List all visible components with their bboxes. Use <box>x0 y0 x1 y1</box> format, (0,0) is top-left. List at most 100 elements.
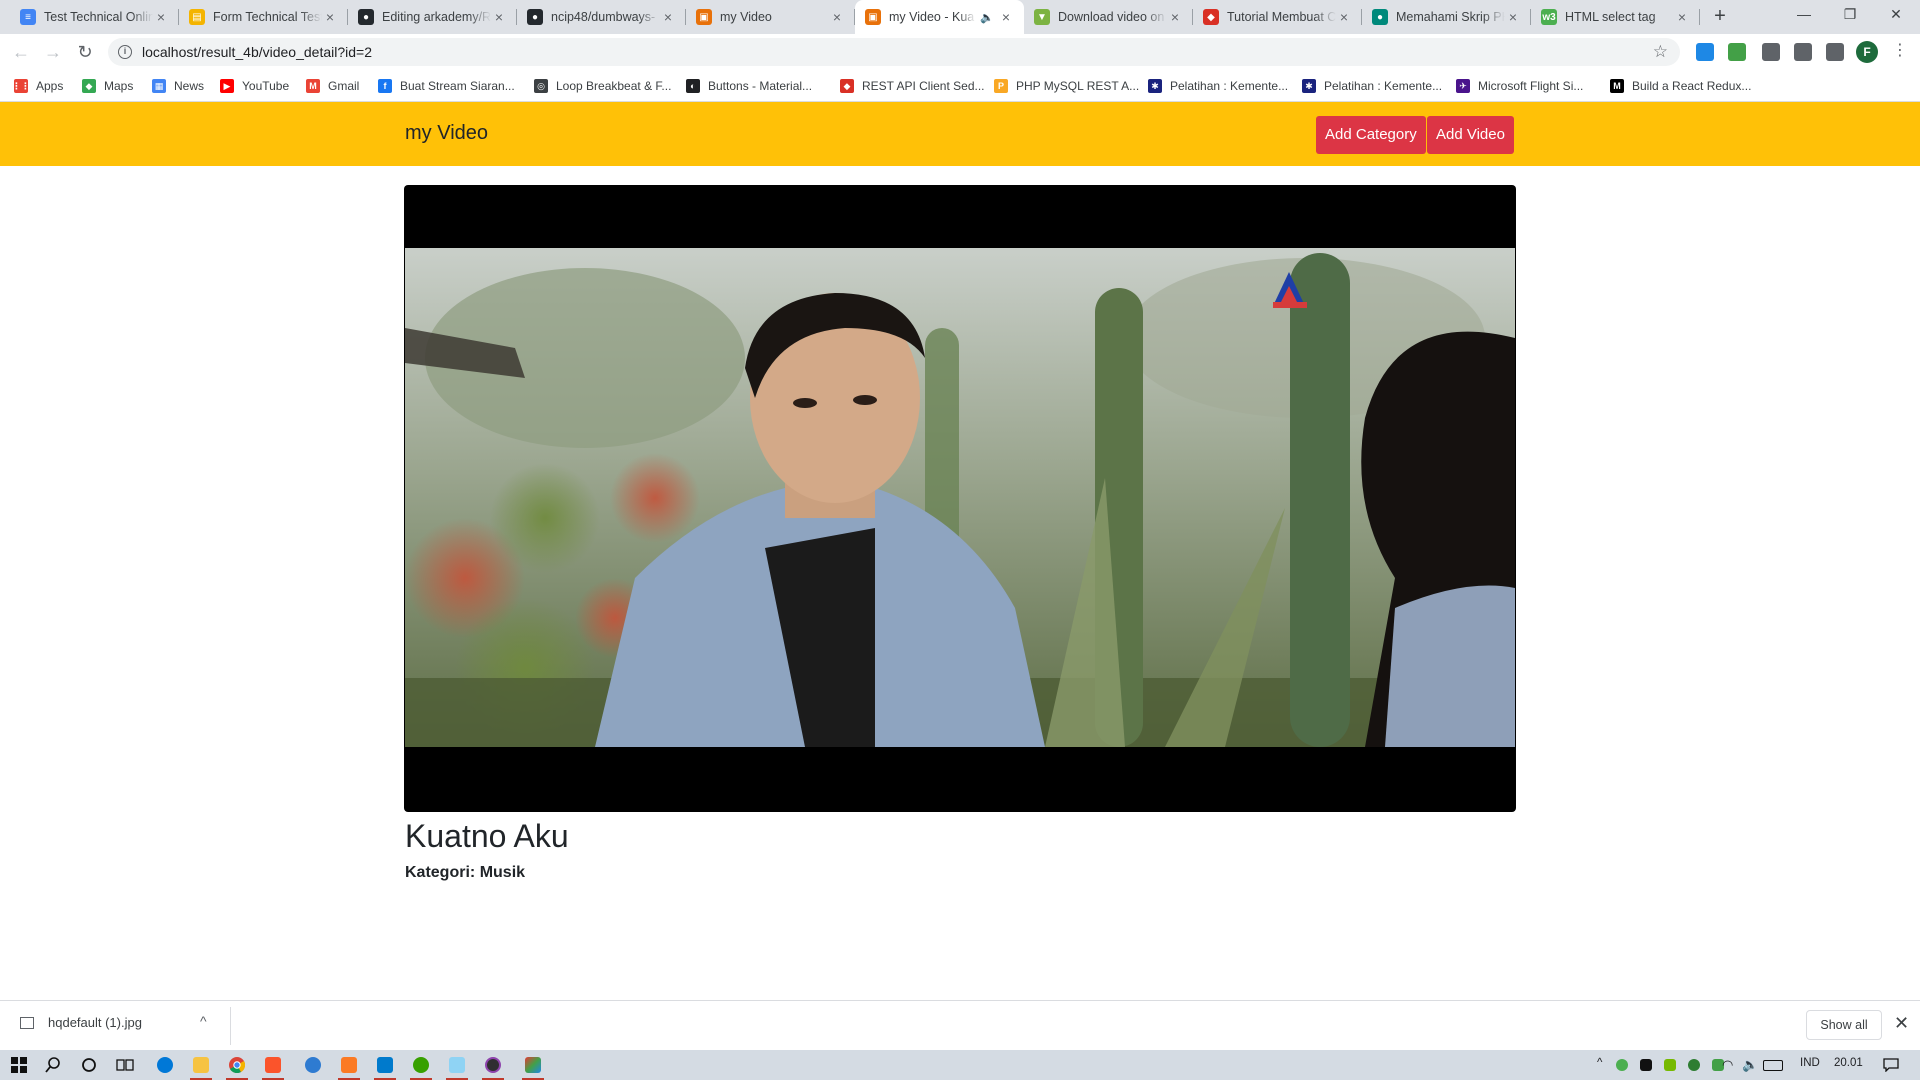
info-icon[interactable]: i <box>118 45 132 59</box>
tab-3[interactable]: ● Editing arkademy/R × <box>348 0 517 34</box>
tab-close-icon[interactable]: × <box>491 9 507 25</box>
bookmark-1[interactable]: ⋮⋮ Apps <box>12 76 63 96</box>
tab-4[interactable]: ● ncip48/dumbways- × <box>517 0 686 34</box>
bookmark-5[interactable]: M Gmail <box>306 76 359 96</box>
tray-app-1-icon[interactable] <box>1612 1053 1632 1077</box>
download-options-chevron-icon[interactable]: ^ <box>200 1013 207 1029</box>
restore-button[interactable]: ❐ <box>1827 0 1873 30</box>
download-item[interactable]: hqdefault (1).jpg <box>20 1015 142 1030</box>
tab-6[interactable]: ▣ my Video - Kua 🔈 × <box>855 0 1024 34</box>
bookmark-3[interactable]: ▦ News <box>152 76 204 96</box>
action-center-icon[interactable] <box>1876 1053 1906 1077</box>
back-button[interactable]: ← <box>9 40 33 64</box>
tab-10[interactable]: w3 HTML select tag × <box>1531 0 1700 34</box>
add-video-button[interactable]: Add Video <box>1427 116 1514 154</box>
xampp-icon[interactable] <box>334 1053 364 1080</box>
language-indicator[interactable]: IND <box>1800 1057 1820 1069</box>
add-category-button[interactable]: Add Category <box>1316 116 1426 154</box>
tab-close-icon[interactable]: × <box>322 9 338 25</box>
tab-close-icon[interactable]: × <box>153 9 169 25</box>
tab-1[interactable]: ≡ Test Technical Online × <box>10 0 179 34</box>
tab-7[interactable]: ▼ Download video on × <box>1024 0 1193 34</box>
windows-start-icon[interactable] <box>4 1053 34 1077</box>
edge-icon[interactable] <box>150 1053 180 1077</box>
bookmark-12[interactable]: ✱ Pelatihan : Kemente... <box>1302 76 1442 96</box>
upwork-icon[interactable] <box>406 1053 436 1080</box>
tab-9[interactable]: ● Memahami Skrip PH × <box>1362 0 1531 34</box>
tab-title[interactable]: Tutorial Membuat C <box>1227 10 1336 24</box>
forward-button[interactable]: → <box>41 40 65 64</box>
extension-2-icon[interactable] <box>1728 43 1746 61</box>
close-shelf-icon[interactable]: ✕ <box>1894 1013 1909 1034</box>
task-view-icon[interactable] <box>110 1053 140 1077</box>
bookmark-13[interactable]: ✈ Microsoft Flight Si... <box>1456 76 1583 96</box>
file-explorer-icon[interactable] <box>186 1053 216 1080</box>
tab-close-icon[interactable]: × <box>1674 9 1690 25</box>
tab-title[interactable]: Form Technical Test <box>213 10 322 24</box>
tab-audio-icon[interactable]: 🔈 <box>980 11 994 24</box>
bookmark-6[interactable]: f Buat Stream Siaran... <box>378 76 515 96</box>
chrome-icon[interactable] <box>222 1053 252 1080</box>
nvidia-icon[interactable] <box>1660 1053 1680 1077</box>
tab-title[interactable]: Download video on <box>1058 10 1167 24</box>
search-icon[interactable] <box>38 1053 68 1077</box>
bookmark-10[interactable]: P PHP MySQL REST A... <box>994 76 1139 96</box>
tab-title[interactable]: ncip48/dumbways- <box>551 10 660 24</box>
new-tab-button[interactable]: + <box>1708 5 1732 29</box>
bookmark-9[interactable]: ◆ REST API Client Sed... <box>840 76 985 96</box>
tab-title[interactable]: my Video <box>720 10 829 24</box>
tab-close-icon[interactable]: × <box>829 9 845 25</box>
tray-app-2-icon[interactable] <box>1636 1053 1656 1077</box>
video-frame[interactable] <box>405 248 1515 747</box>
tab-close-icon[interactable]: × <box>1336 9 1352 25</box>
address-bar[interactable]: i localhost/result_4b/video_detail?id=2 … <box>108 38 1680 66</box>
window-close-button[interactable]: ✕ <box>1873 0 1919 30</box>
media-controls-icon[interactable] <box>1826 43 1844 61</box>
tab-title[interactable]: HTML select tag <box>1565 10 1674 24</box>
url-text[interactable]: localhost/result_4b/video_detail?id=2 <box>142 44 372 60</box>
tab-title[interactable]: Memahami Skrip PH <box>1396 10 1505 24</box>
extension-3-icon[interactable] <box>1762 43 1780 61</box>
tab-title[interactable]: my Video - Kua <box>889 10 976 24</box>
tab-close-icon[interactable]: × <box>1505 9 1521 25</box>
tray-app-3-icon[interactable] <box>1684 1053 1704 1077</box>
bookmark-11[interactable]: ✱ Pelatihan : Kemente... <box>1148 76 1288 96</box>
extensions-puzzle-icon[interactable] <box>1794 43 1812 61</box>
tab-title[interactable]: Editing arkademy/R <box>382 10 491 24</box>
minimize-button[interactable]: — <box>1781 0 1827 30</box>
chrome-menu-icon[interactable]: ⋮ <box>1892 41 1908 61</box>
volume-icon[interactable]: 🔈 <box>1742 1057 1758 1073</box>
browser-icon[interactable] <box>298 1053 328 1077</box>
vscode-icon[interactable] <box>370 1053 400 1080</box>
download-filename[interactable]: hqdefault (1).jpg <box>48 1015 142 1030</box>
tab-8[interactable]: ◆ Tutorial Membuat C × <box>1193 0 1362 34</box>
tab-2[interactable]: ▤ Form Technical Test × <box>179 0 348 34</box>
show-all-button[interactable]: Show all <box>1806 1010 1882 1040</box>
wifi-icon[interactable]: ◠ <box>1722 1057 1733 1073</box>
tab-title[interactable]: Test Technical Online <box>44 10 153 24</box>
tab-close-icon[interactable]: × <box>1167 9 1183 25</box>
show-hidden-icons-chevron-icon[interactable]: ^ <box>1597 1057 1602 1069</box>
tab-5[interactable]: ▣ my Video × <box>686 0 855 34</box>
brave-icon[interactable] <box>258 1053 288 1080</box>
brand-link[interactable]: my Video <box>405 122 488 145</box>
extension-1-icon[interactable] <box>1696 43 1714 61</box>
reload-button[interactable]: ↻ <box>73 40 97 64</box>
paint-app-icon[interactable] <box>518 1053 548 1080</box>
tab-close-icon[interactable]: × <box>660 9 676 25</box>
keyboard-icon[interactable] <box>1760 1053 1786 1077</box>
bookmark-4[interactable]: ▶ YouTube <box>220 76 289 96</box>
bookmark-2[interactable]: ◆ Maps <box>82 76 133 96</box>
bookmark-14[interactable]: M Build a React Redux... <box>1610 76 1751 96</box>
cortana-icon[interactable] <box>74 1053 104 1077</box>
bookmark-star-icon[interactable]: ☆ <box>1653 42 1668 62</box>
tab-close-icon[interactable]: × <box>998 9 1014 25</box>
profile-avatar[interactable]: F <box>1856 41 1878 63</box>
notepad-icon[interactable] <box>442 1053 472 1080</box>
bookmark-7[interactable]: ◎ Loop Breakbeat & F... <box>534 76 671 96</box>
obs-icon[interactable] <box>478 1053 508 1080</box>
video-player[interactable] <box>404 185 1516 812</box>
windows-taskbar: ^ ◠ 🔈 IND 20.01 <box>0 1050 1920 1080</box>
bookmark-8[interactable]: ◐ Buttons - Material... <box>686 76 812 96</box>
clock[interactable]: 20.01 <box>1834 1057 1863 1069</box>
